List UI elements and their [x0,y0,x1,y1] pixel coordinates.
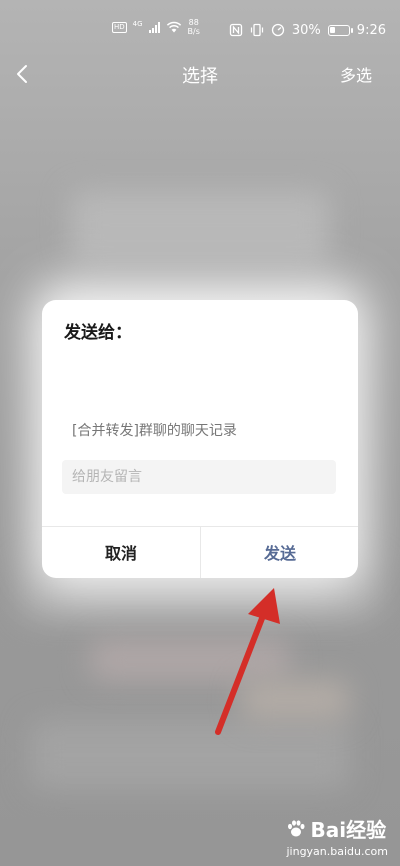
status-bar: HD 4G 88 B/s 30% 9:26 [0,0,400,56]
speed-unit: B/s [187,27,200,36]
bg-blur-shape [30,720,350,790]
battery-icon [327,24,353,36]
hd-badge: HD [112,21,127,33]
watermark-url: jingyan.baidu.com [286,845,388,858]
battery-fill [329,26,335,33]
watermark-brand-text: Bai经验 [310,818,387,842]
baidu-watermark: Bai经验 jingyan.baidu.com [286,814,388,858]
bg-blur-shape [70,190,330,260]
send-dialog: 发送给： [合并转发]群聊的聊天记录 取消 发送 [42,300,358,578]
dialog-title: 发送给： [64,323,132,343]
wifi-icon [166,21,181,33]
message-input[interactable] [62,460,336,494]
paw-icon [288,819,305,836]
network-speed: 88 B/s [188,18,200,36]
cancel-button[interactable]: 取消 [42,526,200,578]
speed-value: 88 [188,18,199,27]
battery-percent: 30% [291,22,321,38]
vibrate-icon [250,23,263,37]
network-type: 4G [132,20,143,28]
red-arrow-annotation [215,588,280,735]
status-left-group: HD 4G 88 B/s [112,18,200,36]
nav-bar: 选择 多选 [0,50,400,98]
forward-content-text: [合并转发]群聊的聊天记录 [72,423,237,439]
clock: 9:26 [356,22,386,38]
watermark-brand: Bai经验 [286,814,388,843]
nfc-icon [229,23,243,37]
speedometer-icon [271,23,285,37]
signal-icon [148,21,160,33]
status-right-group: 30% 9:26 [229,23,386,38]
multi-select-button[interactable]: 多选 [340,62,372,86]
